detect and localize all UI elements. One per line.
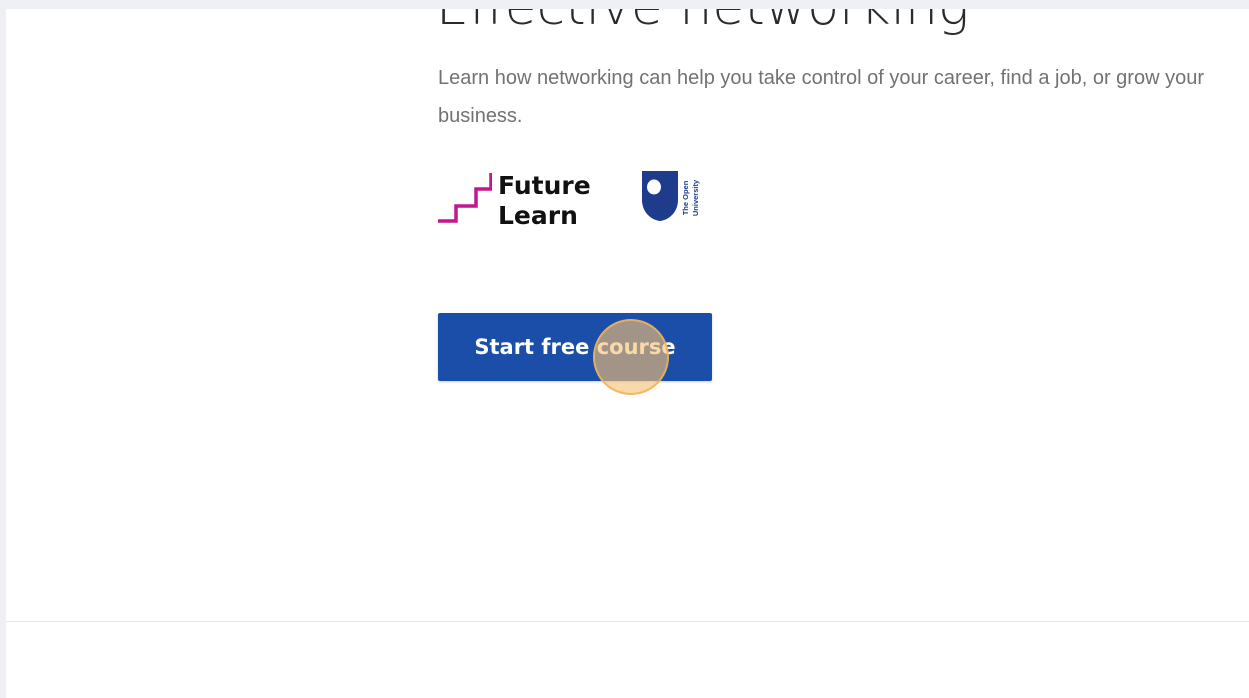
- open-university-logo-text-line1: The Open: [681, 180, 690, 216]
- open-university-logo[interactable]: The Open University: [641, 170, 721, 230]
- futurelearn-logo[interactable]: Future Learn: [436, 166, 596, 230]
- futurelearn-logo-text-line1: Future: [498, 171, 591, 200]
- open-university-shield-icon: [642, 171, 678, 221]
- section-divider: [6, 621, 1249, 622]
- course-description: Learn how networking can help you take c…: [438, 67, 1204, 127]
- course-title: Effective networking: [436, 9, 969, 37]
- start-free-course-button[interactable]: Start free course: [438, 313, 712, 381]
- futurelearn-logo-text-line2: Learn: [498, 201, 578, 230]
- futurelearn-staircase-icon: [438, 173, 492, 223]
- course-page: Effective networking Learn how networkin…: [6, 9, 1249, 698]
- open-university-logo-text-line2: University: [691, 179, 700, 217]
- partner-logos: Future Learn The Open University: [436, 164, 736, 234]
